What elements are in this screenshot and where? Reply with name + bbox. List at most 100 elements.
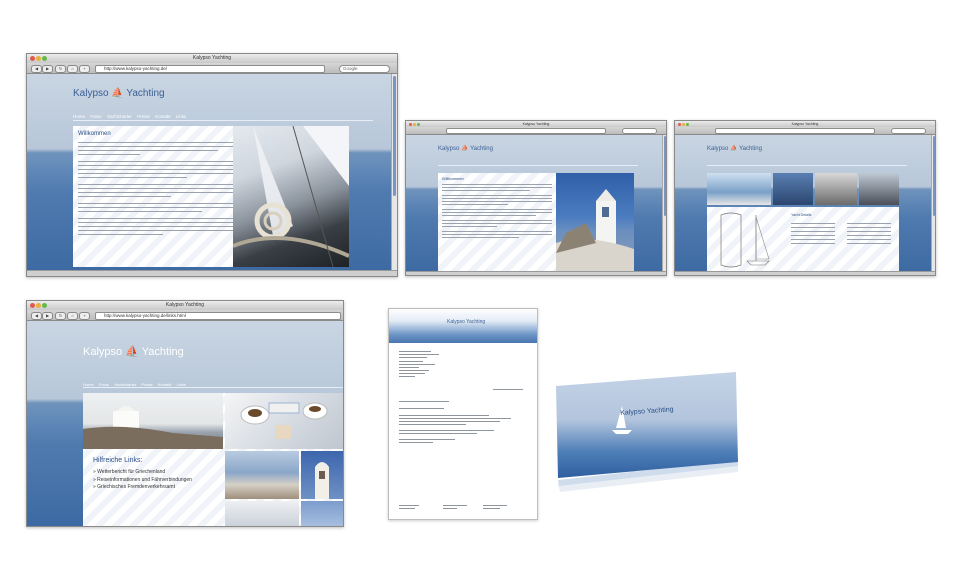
close-button[interactable] [30, 56, 35, 61]
browser-toolbar [675, 127, 935, 135]
content-heading: Yacht Details [791, 213, 812, 217]
photo-strip [707, 173, 899, 205]
white-chapel-image [556, 189, 634, 271]
sail-rigging-image [233, 126, 349, 267]
letter-body [399, 401, 511, 445]
bell-tower-image [315, 462, 329, 499]
link-ferries[interactable]: » Reiseinformationen und Fährverbindunge… [93, 477, 192, 485]
links-list: » Wetterbericht für Griechenland » Reise… [93, 469, 192, 492]
nav-preise[interactable]: Preise [137, 114, 150, 119]
browser-window-welcome: Kalypso Yachting Kalypso ⛵ Yachting Will… [405, 120, 667, 276]
rigging-photo [859, 173, 899, 205]
nav-home[interactable]: Home [83, 382, 94, 387]
scrollbar[interactable] [931, 135, 935, 271]
nav-links[interactable]: Links [176, 114, 187, 119]
forward-arrow-icon[interactable]: ▶ [42, 312, 53, 320]
nav-kontakt[interactable]: Kontakt [158, 382, 172, 387]
minimize-button[interactable] [36, 303, 41, 308]
nav-divider [707, 165, 907, 166]
status-bar [406, 271, 666, 275]
nav-preise[interactable]: Preise [141, 382, 152, 387]
nav-fotos[interactable]: Fotos [99, 382, 109, 387]
back-arrow-icon[interactable]: ◀ [31, 65, 42, 73]
window-title: Kalypso Yachting [522, 122, 550, 126]
site-logo: Kalypso ⛵ Yachting [438, 145, 493, 152]
site-nav: Home Fotos Yachtcharter Preise Kontakt L… [73, 114, 190, 119]
site-logo: Kalypso ⛵ Yachting [73, 88, 165, 99]
scrollbar[interactable] [391, 74, 397, 271]
scrollbar[interactable] [662, 135, 666, 271]
reload-icon[interactable]: ↻ [55, 65, 66, 73]
letterhead-banner: Kalypso Yachting [389, 309, 537, 343]
logo-word-1: Kalypso [707, 146, 729, 152]
window-title: Kalypso Yachting [192, 55, 232, 61]
chapel-photo [556, 173, 634, 271]
content-panel: Hilfreiche Links: » Wetterbericht für Gr… [83, 393, 343, 526]
back-arrow-icon[interactable]: ◀ [31, 312, 42, 320]
specs-table-left [791, 223, 835, 247]
content-panel: Willkommen [73, 126, 349, 267]
search-input[interactable]: Google [339, 65, 390, 73]
sailboat-icon: ⛵ [461, 146, 469, 152]
sailing-photo [233, 126, 349, 267]
address-bar[interactable]: http://www.kalypso-yachting.de/links.htm… [95, 312, 341, 320]
website-viewport: Kalypso ⛵ Yachting Home Fotos Yachtchart… [27, 321, 343, 526]
coffee-image [240, 402, 328, 439]
zoom-button[interactable] [42, 303, 47, 308]
forward-arrow-icon[interactable]: ▶ [42, 65, 53, 73]
website-viewport: Kalypso ⛵ Yachting Yacht Details [675, 135, 935, 271]
nav-yachtcharter[interactable]: Yachtcharter [114, 382, 136, 387]
minimize-button[interactable] [36, 56, 41, 61]
website-viewport: Kalypso ⛵ Yachting Willkommen [406, 135, 666, 271]
home-icon[interactable]: ⌂ [67, 312, 78, 320]
sky-photo [301, 501, 343, 526]
nav-fotos[interactable]: Fotos [90, 114, 101, 119]
bookmark-icon[interactable]: + [79, 65, 90, 73]
logo-word-1: Kalypso [73, 88, 109, 99]
nav-home[interactable]: Home [73, 114, 85, 119]
close-button[interactable] [30, 303, 35, 308]
chapel-coast-photo [83, 393, 223, 449]
nav-yachtcharter[interactable]: Yachtcharter [107, 114, 132, 119]
address-bar[interactable] [446, 128, 606, 134]
search-input[interactable] [891, 128, 926, 134]
body-text [442, 184, 552, 241]
letter-logo: Kalypso Yachting [447, 319, 486, 325]
window-titlebar: Kalypso Yachting [27, 54, 397, 63]
sender-block [399, 351, 439, 379]
sailboat-icon: ⛵ [111, 88, 124, 99]
nav-links[interactable]: Links [177, 382, 186, 387]
browser-window-links: Kalypso Yachting ◀ ▶ ↻ ⌂ + http://www.ka… [26, 300, 344, 527]
content-heading: Willkommen [442, 176, 464, 181]
site-logo: Kalypso ⛵ Yachting [83, 345, 184, 358]
nav-divider [438, 165, 638, 166]
link-weather[interactable]: » Wetterbericht für Griechenland [93, 469, 192, 477]
home-icon[interactable]: ⌂ [67, 65, 78, 73]
window-title: Kalypso Yachting [165, 302, 205, 308]
logo-word-1: Kalypso [438, 146, 460, 152]
site-logo: Kalypso ⛵ Yachting [707, 145, 762, 152]
date-line [493, 389, 523, 392]
nav-divider [83, 387, 343, 388]
bookmark-icon[interactable]: + [79, 312, 90, 320]
logo-word-1: Kalypso [83, 346, 123, 358]
address-bar[interactable] [715, 128, 875, 134]
window-titlebar: Kalypso Yachting [27, 301, 343, 310]
link-tourism[interactable]: » Griechisches Fremdenverkehrsamt [93, 484, 192, 492]
website-viewport: Kalypso ⛵ Yachting Home Fotos Yachtchart… [27, 74, 397, 271]
site-nav: Home Fotos Yachtcharter Preise Kontakt L… [83, 382, 190, 387]
bell-tower-photo [301, 451, 343, 499]
address-bar[interactable]: http://www.kalypso-yachting.de/ [95, 65, 325, 73]
search-input[interactable] [622, 128, 657, 134]
sailboat-icon: ⛵ [730, 146, 738, 152]
content-panel: Yacht Details [707, 207, 899, 271]
status-bar [675, 271, 935, 275]
reload-icon[interactable]: ↻ [55, 312, 66, 320]
nav-kontakt[interactable]: Kontakt [155, 114, 170, 119]
browser-window-home: Kalypso Yachting ◀ ▶ ↻ ⌂ + http://www.ka… [26, 53, 398, 277]
links-heading: Hilfreiche Links: [93, 457, 143, 464]
sailboat-icon: ⛵ [125, 346, 139, 358]
chapel-image [83, 406, 223, 449]
logo-word-2: Yachting [126, 88, 165, 99]
zoom-button[interactable] [42, 56, 47, 61]
